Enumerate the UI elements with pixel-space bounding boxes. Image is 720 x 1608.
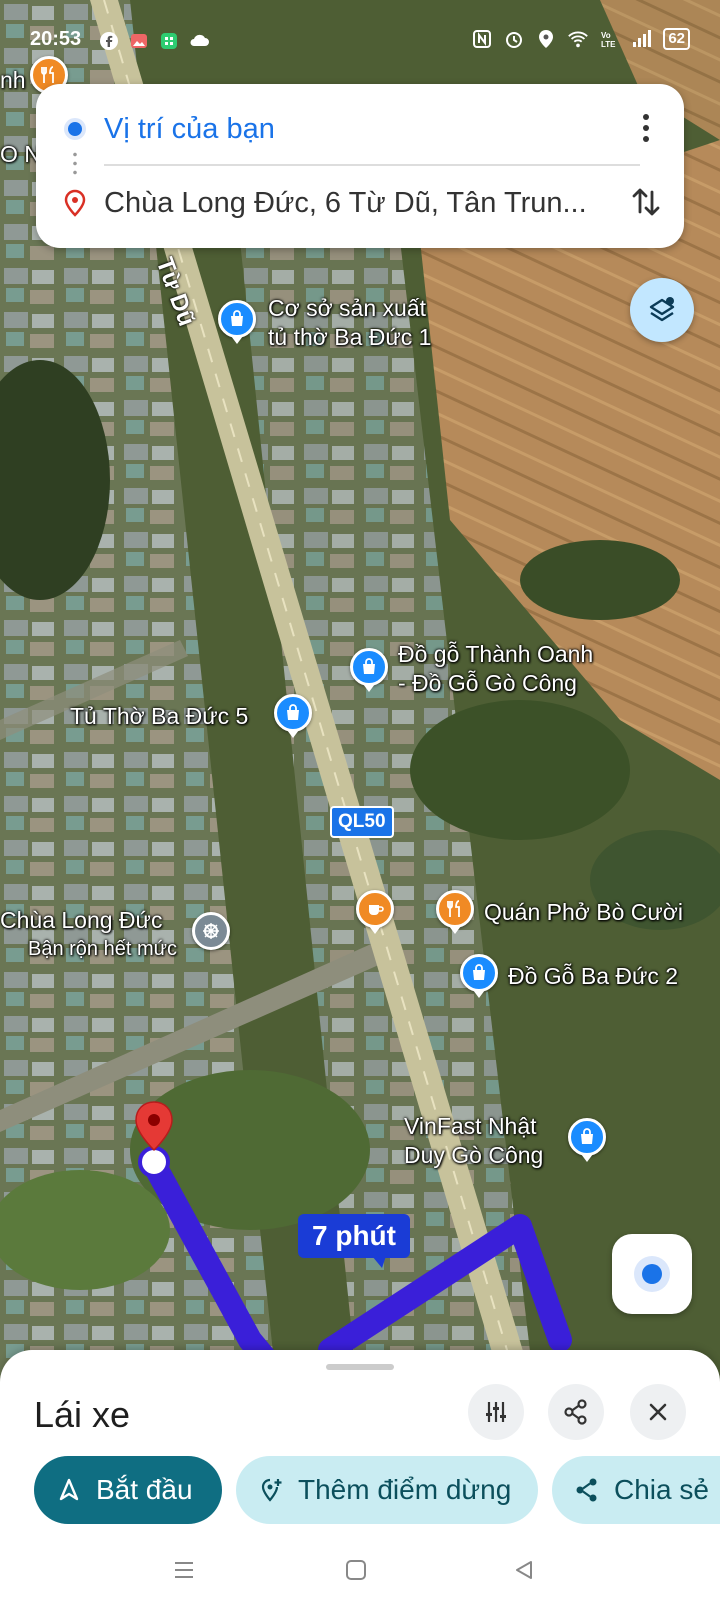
share-icon (576, 1478, 597, 1502)
eta-chip[interactable]: 7 phút (298, 1214, 410, 1268)
bottom-sheet: Lái xe Bắt đầu Thêm điểm dừng Chia sẻ (0, 1350, 720, 1608)
place-label[interactable]: Tủ Thờ Ba Đức 5 (70, 702, 248, 731)
system-nav-bar (0, 1532, 720, 1608)
wifi-icon (567, 28, 589, 50)
restaurant-icon[interactable] (436, 890, 474, 934)
directions-card: Vị trí của bạn Chùa Long Đức, 6 Từ Dũ, T… (36, 84, 684, 248)
shopping-bag-icon[interactable] (274, 694, 312, 738)
destination-row[interactable]: Chùa Long Đức, 6 Từ Dũ, Tân Trun... (36, 168, 684, 238)
back-triangle-icon (516, 1561, 532, 1579)
svg-text:Vo: Vo (601, 31, 611, 40)
shopping-bag-icon[interactable] (568, 1118, 606, 1162)
add-stop-label: Thêm điểm dừng (298, 1474, 512, 1505)
share-icon (564, 1399, 587, 1425)
home-square-icon (346, 1560, 366, 1580)
temple-icon[interactable] (192, 912, 230, 950)
layers-icon (649, 297, 675, 322)
place-label[interactable]: Quán Phở Bò Cười (484, 898, 683, 927)
nfc-icon (471, 28, 493, 50)
location-icon (535, 28, 557, 50)
destination-marker-icon[interactable] (130, 1100, 178, 1182)
more-options-button[interactable] (628, 106, 664, 150)
place-label[interactable]: Đồ gỗ Thành Oanh - Đồ Gỗ Gò Công (398, 640, 593, 698)
svg-text:LTE: LTE (601, 40, 616, 49)
start-label: Bắt đầu (96, 1474, 193, 1505)
clock: 20:53 (30, 28, 82, 50)
start-button[interactable]: Bắt đầu (34, 1456, 222, 1524)
photos-icon (128, 30, 150, 52)
origin-dot-icon (64, 118, 86, 140)
menu-icon (175, 1562, 193, 1578)
layers-button[interactable] (630, 278, 694, 342)
more-vert-icon (643, 114, 649, 120)
add-location-icon (261, 1478, 282, 1502)
share-button[interactable] (548, 1384, 604, 1440)
back-button[interactable] (504, 1550, 544, 1590)
place-label[interactable]: Cơ sở sản xuất tủ thờ Ba Đức 1 (268, 294, 431, 352)
origin-row[interactable]: Vị trí của bạn (36, 94, 684, 164)
destination-pin-icon (64, 189, 86, 217)
my-location-button[interactable] (612, 1234, 692, 1314)
shopping-bag-icon[interactable] (350, 648, 388, 692)
alarm-icon (503, 28, 525, 50)
share-chip-label: Chia sẻ (614, 1474, 709, 1505)
route-options-button[interactable] (468, 1384, 524, 1440)
close-button[interactable] (630, 1384, 686, 1440)
origin-field[interactable]: Vị trí của bạn (104, 113, 594, 146)
add-stop-button[interactable]: Thêm điểm dừng (236, 1456, 538, 1524)
battery-icon: 62 (663, 28, 690, 50)
home-button[interactable] (336, 1550, 376, 1590)
app-icon (158, 30, 180, 52)
swap-directions-button[interactable] (624, 180, 668, 224)
place-label[interactable]: VinFast Nhật Duy Gò Công (404, 1112, 543, 1170)
shopping-bag-icon[interactable] (218, 300, 256, 344)
navigation-arrow-icon (59, 1478, 79, 1501)
action-chips: Bắt đầu Thêm điểm dừng Chia sẻ (34, 1456, 720, 1524)
my-location-icon (642, 1264, 662, 1284)
divider (104, 164, 640, 166)
destination-field[interactable]: Chùa Long Đức, 6 Từ Dũ, Tân Trun... (104, 187, 594, 220)
drag-handle[interactable] (326, 1364, 394, 1370)
status-bar: 20:53 Vo LTE 62 (0, 0, 720, 80)
signal-icon (631, 28, 653, 50)
facebook-icon (98, 30, 120, 52)
share-chip-button[interactable]: Chia sẻ (552, 1456, 720, 1524)
place-label[interactable]: Đồ Gỗ Ba Đức 2 (508, 962, 678, 991)
tune-icon (486, 1402, 506, 1422)
cloud-icon (188, 30, 210, 52)
volte-icon: Vo LTE (599, 28, 621, 50)
place-label[interactable]: Chùa Long Đức Bận rộn hết mức (0, 906, 177, 964)
recent-apps-button[interactable] (164, 1550, 204, 1590)
close-icon (649, 1403, 667, 1421)
road-shield: QL50 (330, 806, 394, 838)
cafe-icon[interactable] (356, 890, 394, 934)
shopping-bag-icon[interactable] (460, 954, 498, 998)
travel-mode-title: Lái xe (34, 1394, 131, 1435)
